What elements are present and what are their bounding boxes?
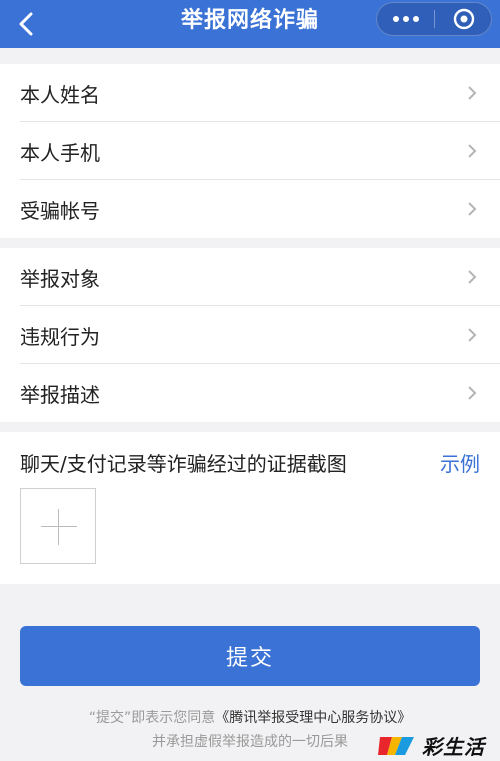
colourful-life-logo-icon xyxy=(378,737,414,755)
more-button[interactable] xyxy=(377,3,434,35)
list-item-report-target[interactable]: 举报对象 xyxy=(0,248,500,306)
nav-bar: 举报网络诈骗 xyxy=(0,0,500,48)
list-item-description[interactable]: 举报描述 xyxy=(0,364,500,422)
service-agreement-link[interactable]: 《腾讯举报受理中心服务协议》 xyxy=(215,710,411,726)
chevron-right-icon xyxy=(468,202,477,216)
close-button[interactable] xyxy=(435,3,492,35)
chevron-right-icon xyxy=(468,86,477,100)
plus-icon-vertical xyxy=(58,509,59,545)
list-item-label: 本人姓名 xyxy=(20,82,100,107)
report-info-group: 举报对象 违规行为 举报描述 xyxy=(0,248,500,422)
personal-info-group: 本人姓名 本人手机 受骗帐号 xyxy=(0,64,500,238)
agreement-prefix: “提交”即表示您同意 xyxy=(88,710,216,726)
watermark-logo: 彩生活 xyxy=(378,731,496,759)
plus-icon xyxy=(41,526,77,527)
list-item-phone[interactable]: 本人手机 xyxy=(0,122,500,180)
evidence-label: 聊天/支付记录等诈骗经过的证据截图 xyxy=(20,452,347,476)
more-dot xyxy=(402,16,409,22)
list-item-violation[interactable]: 违规行为 xyxy=(0,306,500,364)
chevron-right-icon xyxy=(468,144,477,158)
target-close-icon xyxy=(453,8,474,30)
list-item-name[interactable]: 本人姓名 xyxy=(0,64,500,122)
list-item-label: 举报描述 xyxy=(20,382,100,407)
list-item-label: 本人手机 xyxy=(20,140,100,165)
list-item-label: 举报对象 xyxy=(20,266,100,291)
list-item-account[interactable]: 受骗帐号 xyxy=(0,180,500,238)
more-dot xyxy=(412,16,419,22)
chevron-right-icon xyxy=(468,386,477,400)
list-item-label: 受骗帐号 xyxy=(20,198,100,223)
chevron-right-icon xyxy=(468,328,477,342)
example-link[interactable]: 示例 xyxy=(440,448,480,477)
add-screenshot-button[interactable] xyxy=(20,488,96,564)
submit-button[interactable]: 提交 xyxy=(20,626,480,686)
watermark-text: 彩生活 xyxy=(422,734,485,759)
mini-program-capsule xyxy=(376,2,492,36)
list-item-label: 违规行为 xyxy=(20,324,100,349)
chevron-right-icon xyxy=(468,270,477,284)
more-dots-icon xyxy=(392,16,399,22)
agreement-text: “提交”即表示您同意《腾讯举报受理中心服务协议》 xyxy=(0,707,500,727)
